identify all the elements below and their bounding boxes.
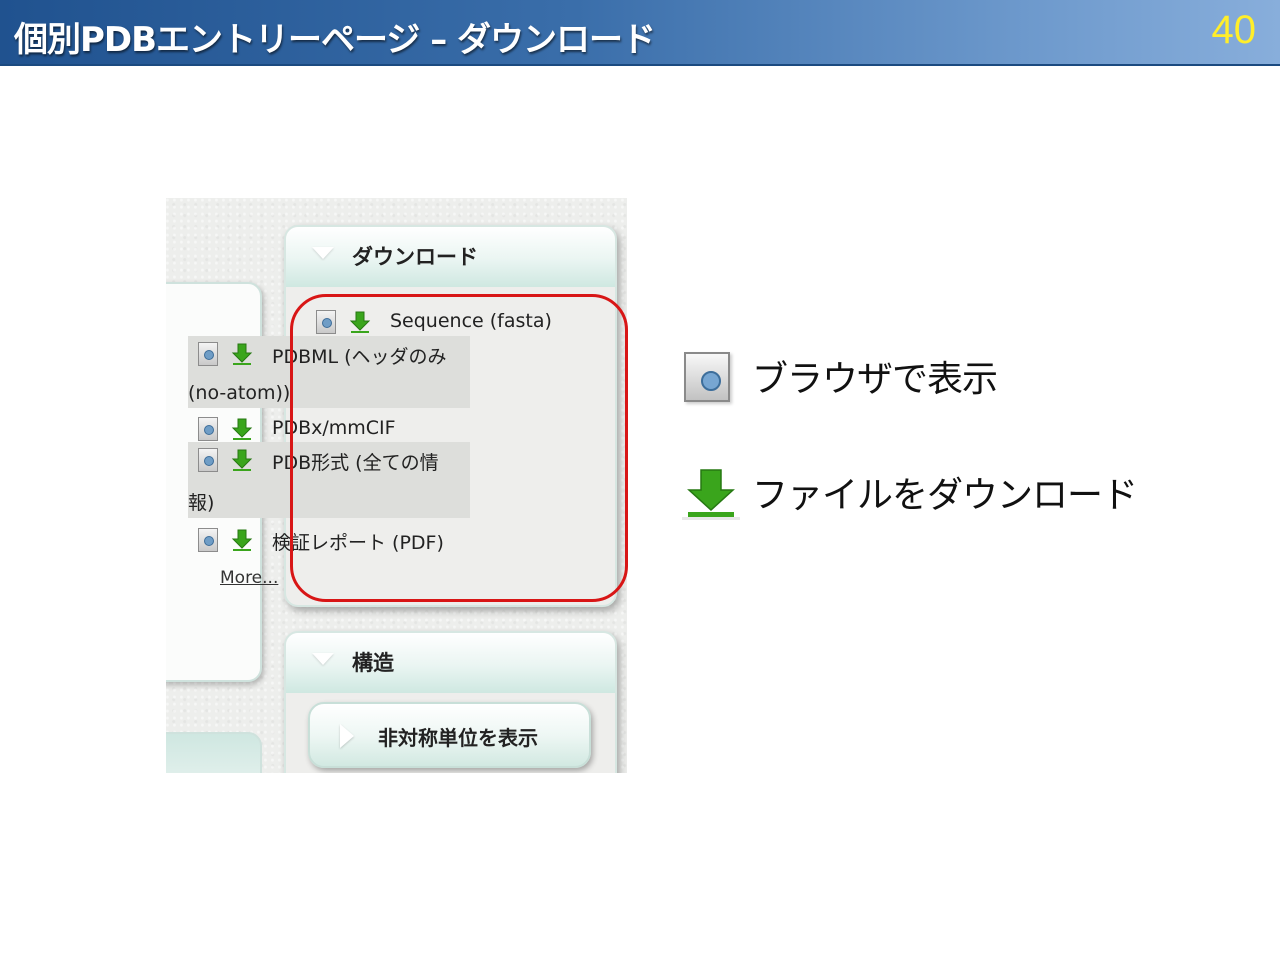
download-item-label-cont[interactable]: (no-atom)): [188, 382, 290, 404]
download-arrow-icon[interactable]: [230, 448, 254, 472]
download-arrow-icon[interactable]: [230, 342, 254, 366]
show-asymmetric-unit-button[interactable]: 非対称単位を表示: [308, 702, 591, 768]
view-in-browser-icon[interactable]: [198, 342, 218, 366]
play-triangle-icon: [340, 724, 354, 748]
collapse-triangle-icon[interactable]: [312, 247, 334, 259]
collapse-triangle-icon[interactable]: [312, 653, 334, 665]
show-asymmetric-unit-label: 非対称単位を表示: [378, 726, 538, 750]
more-downloads-link[interactable]: More...: [220, 568, 278, 588]
download-arrow-icon[interactable]: [230, 528, 254, 552]
view-in-browser-icon[interactable]: [198, 448, 218, 472]
structure-box-title: 構造: [352, 651, 394, 675]
download-box-header[interactable]: ダウンロード: [286, 227, 615, 287]
highlight-ring: [290, 294, 628, 602]
view-in-browser-icon[interactable]: [198, 528, 218, 552]
slide-header: 個別PDBエントリーページ – ダウンロード 40: [0, 0, 1280, 66]
slide-title: 個別PDBエントリーページ – ダウンロード: [14, 20, 656, 60]
download-box-title: ダウンロード: [352, 245, 478, 269]
download-arrow-icon[interactable]: [230, 417, 254, 441]
download-arrow-icon: [682, 469, 740, 520]
structure-box-header[interactable]: 構造: [286, 633, 615, 693]
download-item-label-cont[interactable]: 報): [188, 488, 214, 515]
slide-number: 40: [1211, 8, 1257, 52]
left-lower-panel: [166, 732, 262, 773]
legend-view-label: ブラウザで表示: [752, 359, 998, 400]
legend-download-label: ファイルをダウンロード: [752, 475, 1138, 516]
view-in-browser-icon: [684, 352, 730, 402]
view-in-browser-icon[interactable]: [198, 417, 218, 441]
